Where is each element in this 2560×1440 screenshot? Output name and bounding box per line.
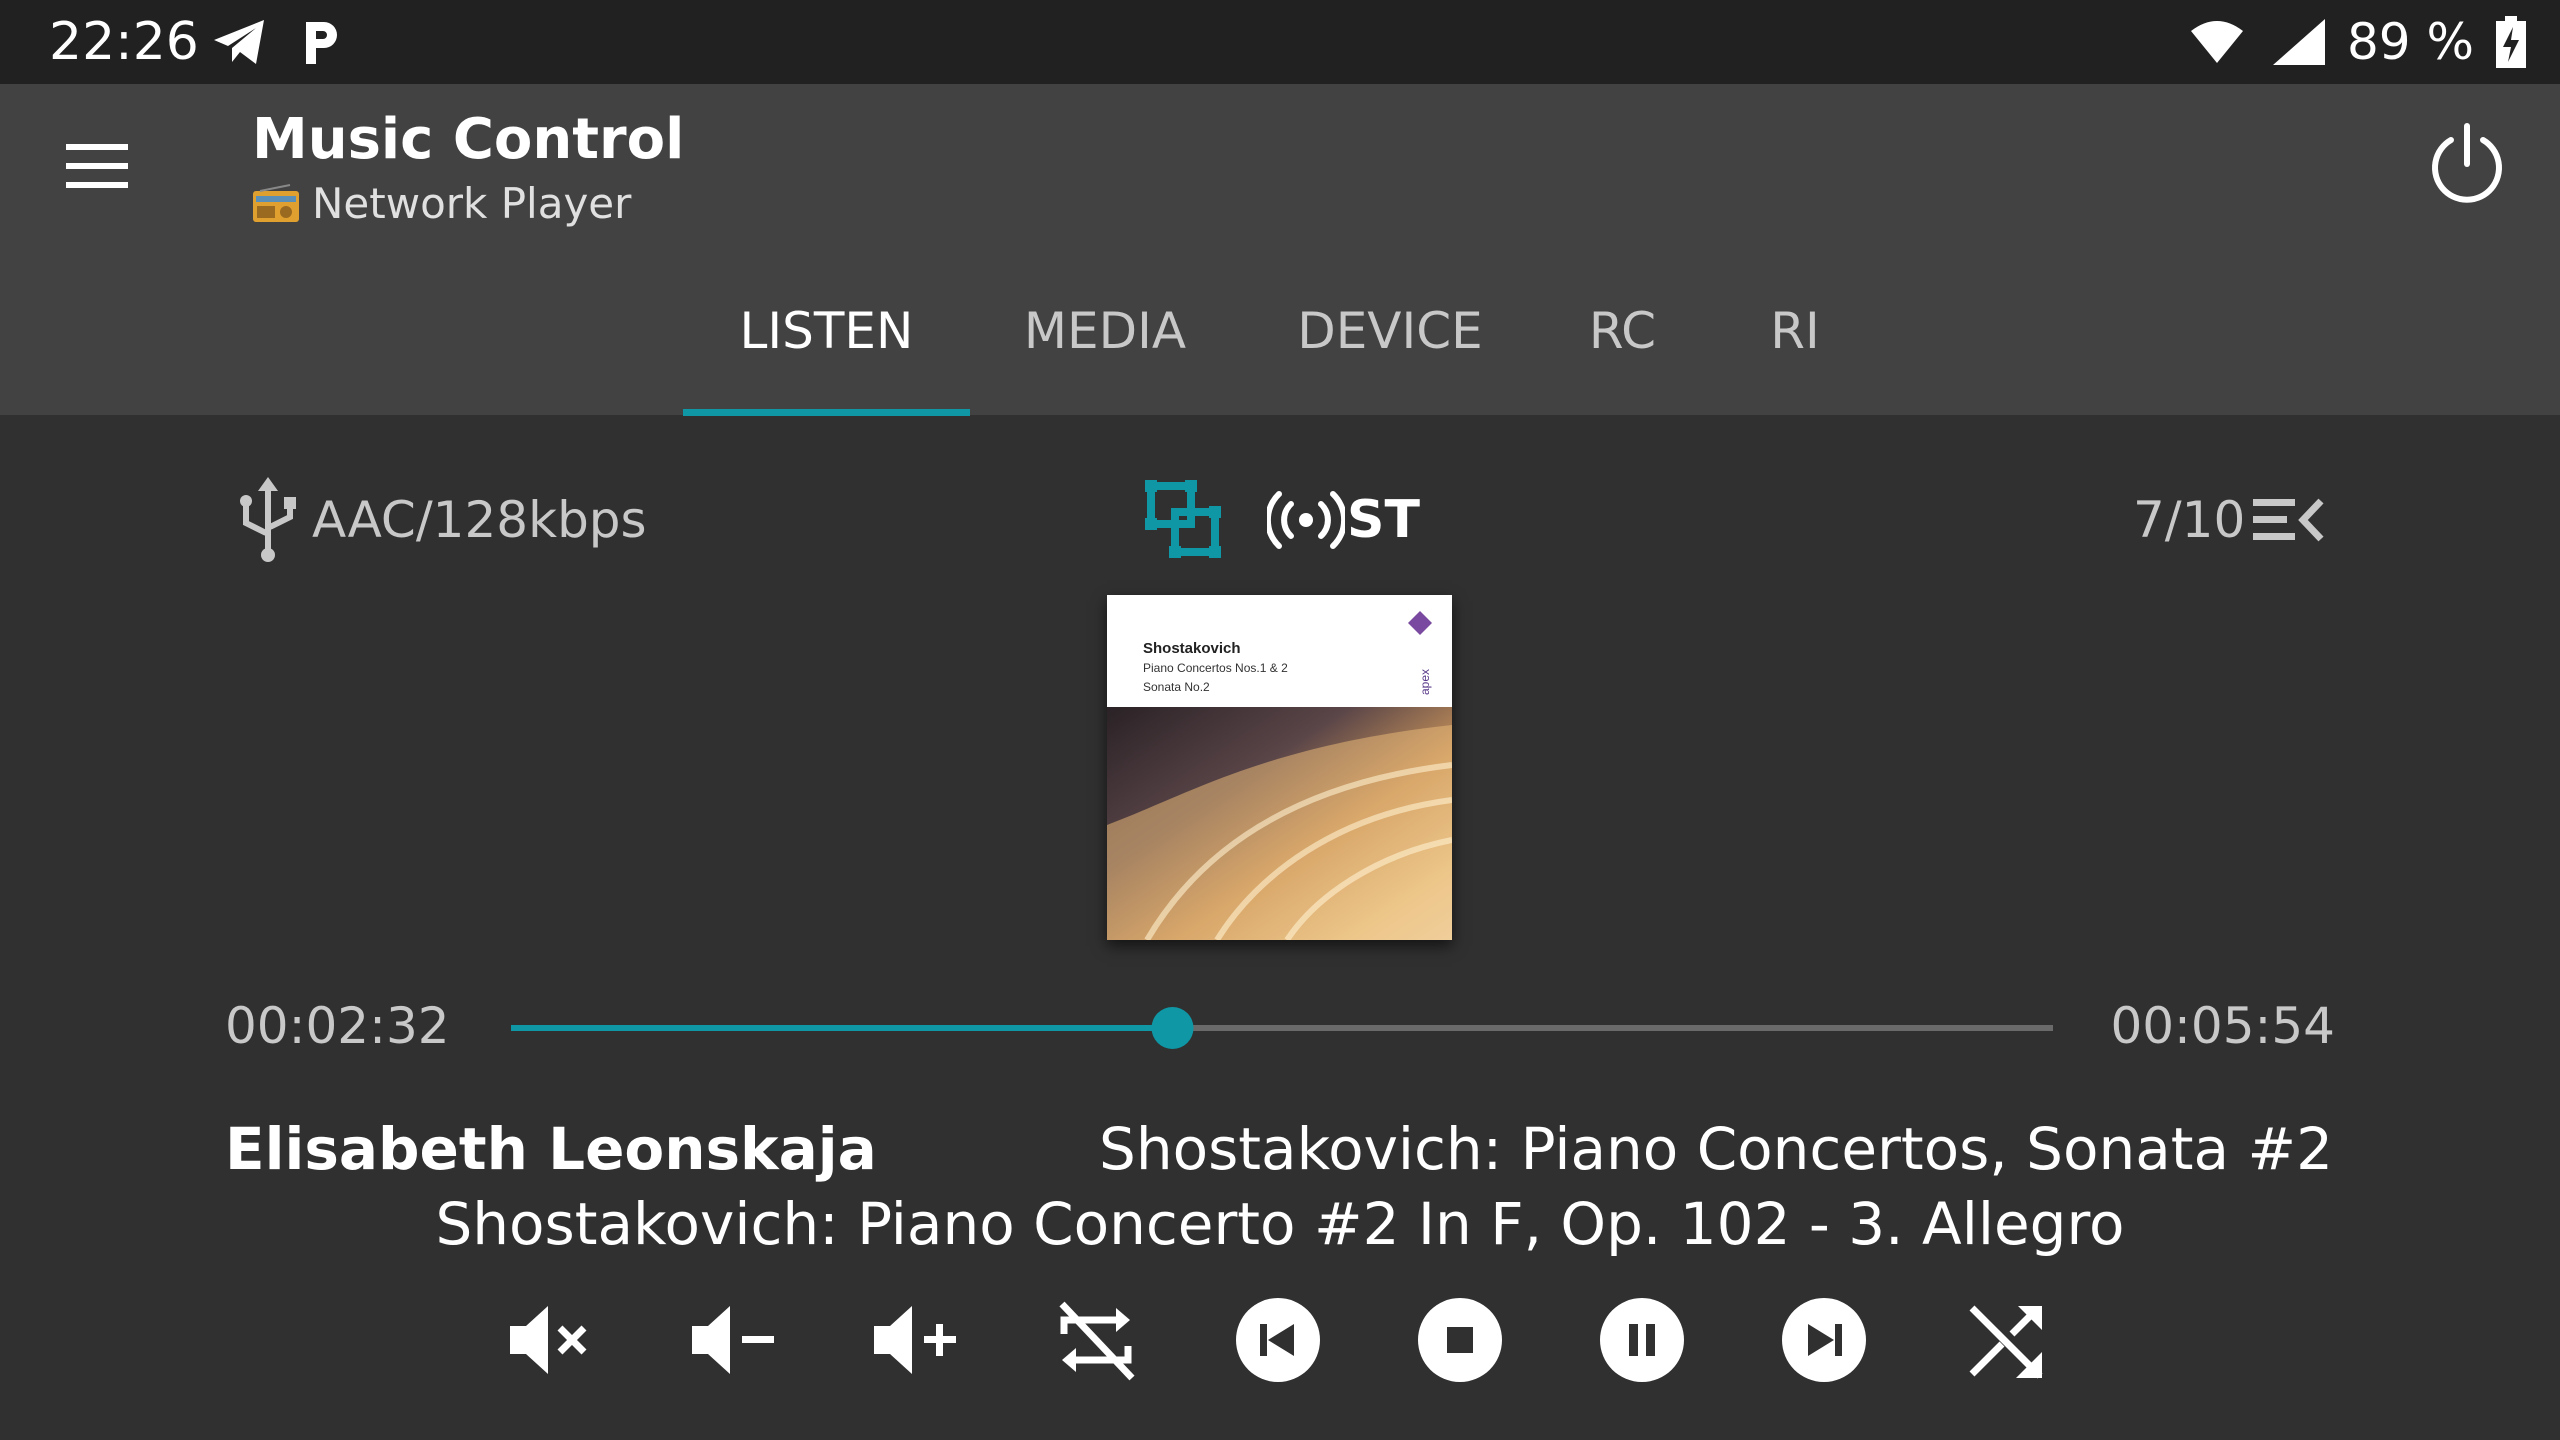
menu-icon[interactable]	[52, 130, 142, 202]
queue-icon	[2253, 498, 2324, 542]
network-icon	[1145, 480, 1221, 558]
tab-bar: LISTEN MEDIA DEVICE RC RI	[0, 247, 2560, 416]
signal-icon	[2272, 19, 2325, 65]
tab-media[interactable]: MEDIA	[990, 247, 1220, 415]
previous-icon[interactable]	[1228, 1290, 1328, 1390]
elapsed-time: 00:02:32	[225, 997, 450, 1055]
mute-icon[interactable]	[500, 1290, 600, 1390]
artist-name: Elisabeth Leonskaja	[225, 1115, 877, 1183]
seek-bar[interactable]	[511, 1000, 2053, 1056]
wifi-icon	[2190, 21, 2243, 63]
app-bar: Music Control Network Player	[0, 84, 2560, 247]
volume-up-icon[interactable]	[864, 1290, 964, 1390]
album-art-composer: Shostakovich	[1143, 640, 1241, 657]
telegram-icon	[214, 20, 264, 64]
tab-ri[interactable]: RI	[1720, 247, 1870, 415]
status-bar: 22:26 89 %	[0, 0, 2560, 84]
format-info: AAC/128kbps	[236, 460, 647, 580]
total-time: 00:05:54	[2110, 997, 2335, 1055]
tab-listen[interactable]: LISTEN	[683, 247, 970, 415]
tab-device[interactable]: DEVICE	[1250, 247, 1530, 415]
radio-icon	[253, 184, 299, 222]
format-text: AAC/128kbps	[312, 491, 647, 549]
battery-percent: 89 %	[2346, 13, 2474, 71]
album-art: Shostakovich Piano Concertos Nos.1 & 2 S…	[1107, 595, 1452, 940]
volume-down-icon[interactable]	[682, 1290, 782, 1390]
album-art-line1: Piano Concertos Nos.1 & 2	[1143, 661, 1288, 675]
usb-icon	[240, 477, 296, 562]
album-art-label: apex	[1418, 669, 1432, 695]
seek-progress	[511, 1025, 1173, 1031]
status-right: 89 %	[2189, 10, 2526, 74]
album-title: Shostakovich: Piano Concertos, Sonata #2	[1099, 1115, 2333, 1183]
power-icon[interactable]	[2422, 120, 2512, 210]
queue-position: 7/10	[2133, 491, 2246, 549]
stream-info: ST	[1145, 460, 1420, 580]
tab-indicator	[683, 409, 970, 416]
parking-icon	[306, 22, 337, 64]
album-art-line2: Sonata No.2	[1143, 680, 1210, 694]
broadcast-icon	[1267, 491, 1345, 549]
track-title: Shostakovich: Piano Concerto #2 In F, Op…	[435, 1190, 2125, 1258]
subtitle-text: Network Player	[312, 179, 632, 228]
repeat-off-icon[interactable]	[1046, 1290, 1146, 1390]
pause-icon[interactable]	[1592, 1290, 1692, 1390]
stereo-label: ST	[1347, 490, 1420, 550]
seek-thumb[interactable]	[1151, 1007, 1194, 1049]
stop-icon[interactable]	[1410, 1290, 1510, 1390]
app-title: Music Control	[252, 107, 685, 172]
status-time: 22:26	[49, 12, 199, 72]
shuffle-icon[interactable]	[1956, 1290, 2056, 1390]
next-icon[interactable]	[1774, 1290, 1874, 1390]
app-subtitle: Network Player	[252, 176, 631, 232]
tab-rc[interactable]: RC	[1560, 247, 1685, 415]
battery-charging-icon	[2496, 16, 2526, 68]
queue-info[interactable]: 7/10	[2133, 460, 2325, 580]
